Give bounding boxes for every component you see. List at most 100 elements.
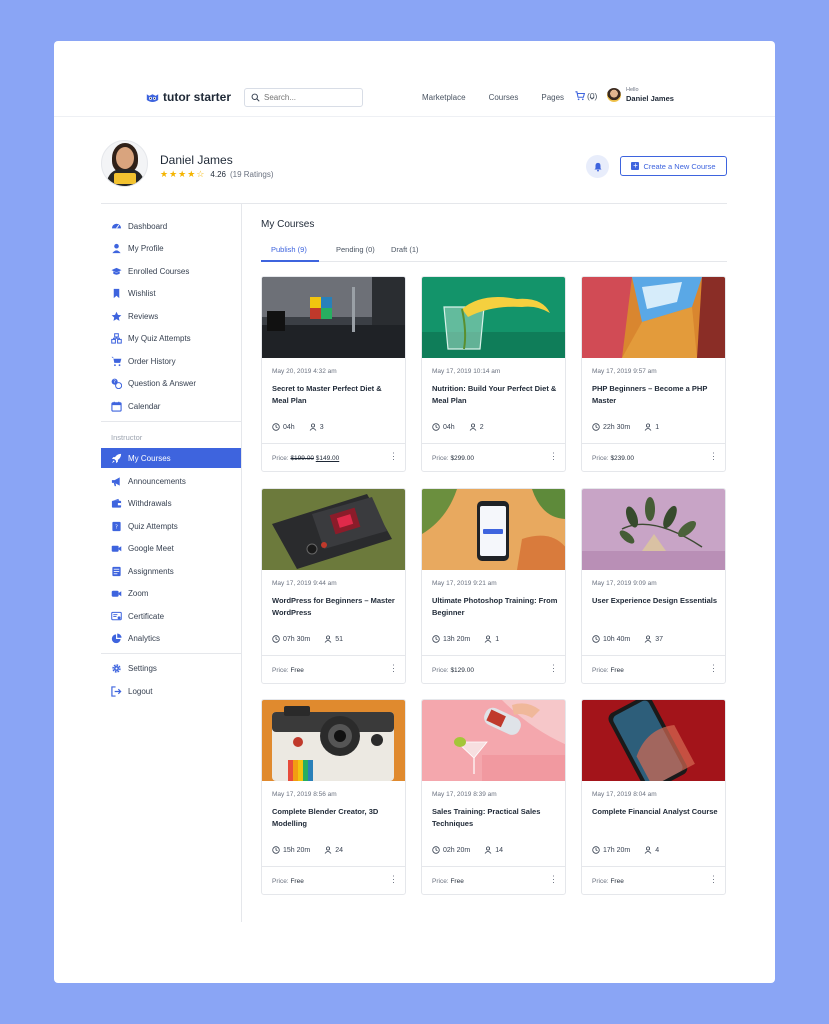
star-empty-icon: ☆	[196, 169, 205, 179]
sidebar-item-label: Withdrawals	[128, 498, 172, 508]
more-options-icon[interactable]: ⋮	[709, 664, 718, 673]
course-price: Price: $299.00	[432, 455, 474, 462]
user-icon	[644, 635, 652, 643]
course-card[interactable]: May 17, 2019 9:21 am Ultimate Photoshop …	[421, 488, 566, 684]
course-thumbnail	[422, 277, 565, 358]
sidebar-item-certificate[interactable]: Certificate	[101, 606, 241, 626]
sidebar-item-order-history[interactable]: Order History	[101, 351, 241, 371]
course-students: 2	[479, 423, 484, 431]
course-card[interactable]: May 17, 2019 9:57 am PHP Beginners – Bec…	[581, 276, 726, 472]
star-icon	[111, 311, 122, 321]
course-title[interactable]: PHP Beginners – Become a PHP Master	[592, 383, 720, 407]
user-icon	[309, 423, 317, 431]
sidebar-item-reviews[interactable]: Reviews	[101, 306, 241, 326]
sidebar-item-analytics[interactable]: Analytics	[101, 628, 241, 648]
bell-icon	[594, 162, 601, 172]
course-card[interactable]: May 17, 2019 10:14 am Nutrition: Build Y…	[421, 276, 566, 472]
sidebar-item-quiz-attempts[interactable]: ? Quiz Attempts	[101, 516, 241, 536]
course-card[interactable]: May 17, 2019 8:39 am Sales Training: Pra…	[421, 699, 566, 895]
sidebar-item-dashboard[interactable]: Dashboard	[101, 216, 241, 236]
course-date: May 17, 2019 9:44 am	[272, 580, 337, 587]
bookmark-icon	[113, 288, 120, 298]
sidebar-item-zoom[interactable]: Zoom	[101, 583, 241, 603]
sidebar-item-calendar[interactable]: Calendar	[101, 396, 241, 416]
nav-marketplace[interactable]: Marketplace	[422, 93, 466, 102]
sidebar-item-my-quiz-attempts[interactable]: My Quiz Attempts	[101, 328, 241, 348]
course-title[interactable]: Secret to Master Perfect Diet & Meal Pla…	[272, 383, 400, 407]
sidebar-item-withdrawals[interactable]: Withdrawals	[101, 493, 241, 513]
course-meta: 04h 3	[272, 423, 324, 431]
course-card[interactable]: May 20, 2019 4:32 am Secret to Master Pe…	[261, 276, 406, 472]
sidebar-item-my-profile[interactable]: My Profile	[101, 238, 241, 258]
clock-icon	[432, 846, 440, 854]
certificate-icon	[111, 611, 122, 620]
tab-pending[interactable]: Pending (0)	[336, 245, 375, 254]
dashboard-window: tutor starter Marketplace Courses Pages …	[54, 41, 775, 983]
course-price: Price: $199.00 $149.00	[272, 455, 340, 462]
price-current: $299.00	[450, 455, 474, 462]
course-title[interactable]: Ultimate Photoshop Training: From Beginn…	[432, 595, 560, 619]
course-students: 1	[495, 635, 500, 643]
site-logo[interactable]: tutor starter	[146, 90, 231, 104]
course-date: May 17, 2019 8:04 am	[592, 791, 657, 798]
profile-avatar	[101, 140, 148, 187]
profile-name: Daniel James	[160, 153, 233, 167]
megaphone-icon	[111, 476, 120, 486]
nav-courses[interactable]: Courses	[489, 93, 519, 102]
more-options-icon[interactable]: ⋮	[389, 664, 398, 673]
sidebar-item-question-answer[interactable]: ? Question & Answer	[101, 373, 241, 393]
plus-icon: +	[631, 161, 640, 170]
tab-publish[interactable]: Publish (9)	[271, 245, 307, 254]
more-options-icon[interactable]: ⋮	[549, 452, 558, 461]
star-filled-icon: ★	[169, 169, 178, 179]
sidebar-item-logout[interactable]: Logout	[101, 681, 241, 701]
more-options-icon[interactable]: ⋮	[549, 875, 558, 884]
course-students: 4	[655, 846, 660, 854]
sidebar-item-announcements[interactable]: Announcements	[101, 471, 241, 491]
course-card[interactable]: May 17, 2019 8:56 am Complete Blender Cr…	[261, 699, 406, 895]
user-menu[interactable]: Hello Daniel James	[607, 87, 674, 102]
sidebar-item-label: My Courses	[128, 453, 171, 463]
course-meta: 13h 20m 1	[432, 635, 499, 643]
sidebar-item-google-meet[interactable]: Google Meet	[101, 538, 241, 558]
search-input[interactable]	[264, 93, 354, 102]
tab-draft[interactable]: Draft (1)	[391, 245, 419, 254]
sidebar-item-wishlist[interactable]: Wishlist	[101, 283, 241, 303]
zoom-icon	[111, 590, 122, 597]
search-icon	[251, 93, 260, 102]
course-card[interactable]: May 17, 2019 8:04 am Complete Financial …	[581, 699, 726, 895]
more-options-icon[interactable]: ⋮	[389, 875, 398, 884]
quiz-attempts-icon: ?	[112, 521, 121, 531]
sidebar-item-enrolled-courses[interactable]: Enrolled Courses	[101, 261, 241, 281]
user-icon	[484, 846, 492, 854]
more-options-icon[interactable]: ⋮	[709, 875, 718, 884]
rating-value: 4.26	[210, 170, 226, 179]
course-title[interactable]: Complete Financial Analyst Course	[592, 806, 720, 818]
create-course-button[interactable]: + Create a New Course	[620, 156, 727, 176]
sidebar-item-assignments[interactable]: Assignments	[101, 561, 241, 581]
course-thumbnail	[422, 700, 565, 781]
course-title[interactable]: WordPress for Beginners – Master WordPre…	[272, 595, 400, 619]
more-options-icon[interactable]: ⋮	[549, 664, 558, 673]
course-title[interactable]: Complete Blender Creator, 3D Modelling	[272, 806, 400, 830]
course-card[interactable]: May 17, 2019 9:09 am User Experience Des…	[581, 488, 726, 684]
sidebar-item-settings[interactable]: Settings	[101, 658, 241, 678]
sidebar-item-my-courses[interactable]: My Courses	[101, 448, 241, 468]
search-box[interactable]	[244, 88, 363, 107]
clock-icon	[592, 635, 600, 643]
course-thumbnail	[262, 700, 405, 781]
course-thumbnail	[262, 277, 405, 358]
course-title[interactable]: User Experience Design Essentials	[592, 595, 720, 607]
course-title[interactable]: Nutrition: Build Your Perfect Diet & Mea…	[432, 383, 560, 407]
more-options-icon[interactable]: ⋮	[709, 452, 718, 461]
course-card[interactable]: May 17, 2019 9:44 am WordPress for Begin…	[261, 488, 406, 684]
course-students: 37	[655, 635, 664, 643]
more-options-icon[interactable]: ⋮	[389, 452, 398, 461]
course-title[interactable]: Sales Training: Practical Sales Techniqu…	[432, 806, 560, 830]
notification-button[interactable]	[586, 155, 609, 178]
course-price: Price: Free	[592, 878, 624, 885]
sidebar-item-label: Google Meet	[128, 543, 174, 553]
course-duration: 15h 20m	[283, 846, 311, 854]
course-students: 1	[655, 423, 660, 431]
cart-button[interactable]: (0)	[575, 91, 597, 101]
